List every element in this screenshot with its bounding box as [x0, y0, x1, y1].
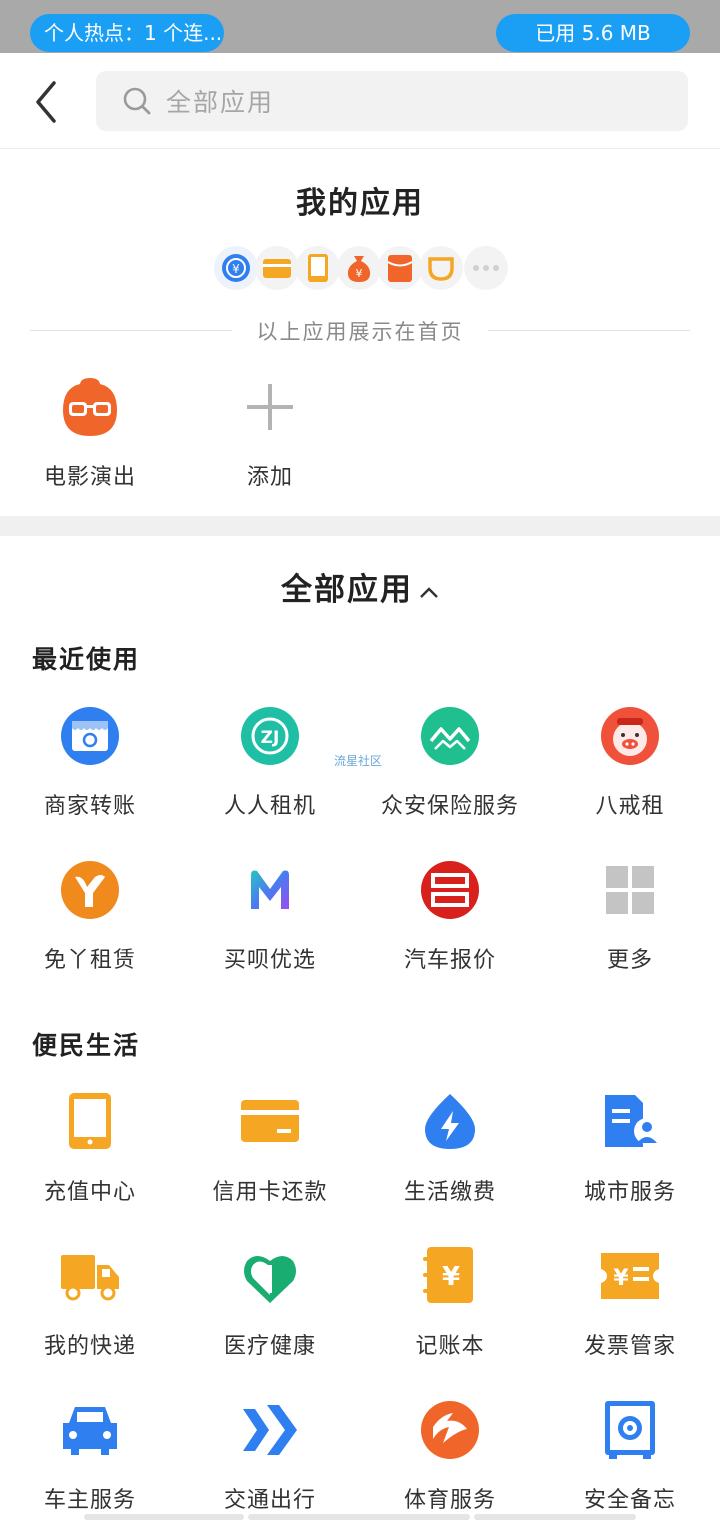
- recent-heading: 最近使用: [32, 645, 141, 674]
- invoice-icon: ¥: [601, 1253, 659, 1299]
- cup-icon[interactable]: [419, 246, 463, 290]
- medical-heart-icon: [244, 1256, 296, 1303]
- data-usage-pill[interactable]: 已用 5.6 MB: [496, 14, 690, 52]
- app-label: 商家转账: [43, 794, 136, 819]
- car-icon: [63, 1407, 117, 1455]
- card-icon[interactable]: [255, 246, 299, 290]
- chevron-left-icon: [36, 81, 56, 123]
- grid-more-icon: [606, 866, 654, 914]
- svg-text:¥: ¥: [613, 1266, 629, 1291]
- all-apps-title: 全部应用: [281, 572, 413, 608]
- life-heading: 便民生活: [32, 1031, 141, 1060]
- svg-text:¥: ¥: [356, 267, 363, 280]
- app-label: 城市服务: [583, 1180, 676, 1205]
- tablet-icon: [69, 1093, 111, 1149]
- double-arrow-icon: [243, 1405, 297, 1455]
- divider-caption: 以上应用展示在首页: [256, 320, 464, 344]
- app-label: 电影演出: [43, 465, 136, 490]
- lightning-drop-icon: [425, 1094, 475, 1149]
- my-apps-title: 我的应用: [296, 186, 424, 221]
- scroll-indicator: [248, 1514, 470, 1520]
- status-bar: 个人热点：1 个连... 已用 5.6 MB: [0, 0, 720, 53]
- sports-icon: [421, 1401, 479, 1459]
- city-doc-icon: [605, 1095, 660, 1147]
- truck-icon: [61, 1255, 119, 1301]
- all-apps-toggle[interactable]: 全部应用: [0, 564, 720, 609]
- plus-icon: [247, 384, 293, 430]
- notebook-yuan-icon: ¥: [423, 1247, 473, 1303]
- back-button[interactable]: [26, 75, 70, 129]
- m-logo-icon: [251, 870, 289, 909]
- app-label: 众安保险服务: [380, 794, 519, 819]
- app-label: 生活缴费: [403, 1180, 496, 1205]
- search-placeholder: 全部应用: [166, 88, 275, 117]
- header: 全部应用: [0, 53, 720, 149]
- app-label: 体育服务: [403, 1488, 496, 1513]
- app-label: 充值中心: [43, 1180, 136, 1205]
- svg-text:¥: ¥: [442, 1262, 460, 1292]
- app-label: 买呗优选: [223, 948, 316, 973]
- app-label: 安全备忘: [583, 1488, 676, 1513]
- shop-transfer-icon: [61, 707, 119, 765]
- section-separator: [0, 516, 720, 536]
- red-envelope-icon[interactable]: [378, 246, 422, 290]
- home-divider: 以上应用展示在首页: [30, 316, 690, 346]
- chevron-up-icon: [420, 586, 438, 598]
- app-label: 人人租机: [223, 794, 316, 819]
- more-dots-icon[interactable]: [464, 246, 508, 290]
- app-label: 记账本: [415, 1334, 485, 1359]
- rrzj-icon: ZJ: [241, 707, 299, 765]
- svg-text:ZJ: ZJ: [261, 728, 280, 748]
- app-label: 车主服务: [43, 1488, 136, 1513]
- movie-glasses-icon: [63, 378, 117, 436]
- app-label: 我的快递: [43, 1334, 136, 1359]
- car-price-icon: [421, 861, 479, 919]
- app-label: 汽车报价: [403, 948, 496, 973]
- yuan-circle-icon[interactable]: ¥: [214, 246, 258, 290]
- app-label: 医疗健康: [223, 1334, 316, 1359]
- safe-icon: [605, 1401, 655, 1459]
- credit-card-icon: [241, 1100, 299, 1142]
- app-label: 更多: [606, 948, 653, 973]
- svg-text:¥: ¥: [232, 262, 240, 276]
- app-label: 信用卡还款: [212, 1180, 328, 1205]
- zhongan-icon: [421, 707, 479, 765]
- mianya-icon: [61, 861, 119, 919]
- scroll-indicator: [474, 1514, 636, 1520]
- app-label: 八戒租: [595, 794, 665, 819]
- phone-icon[interactable]: [296, 246, 340, 290]
- search-input[interactable]: 全部应用: [96, 71, 688, 131]
- watermark: 流星社区: [334, 754, 383, 768]
- app-label: 免丫租赁: [43, 948, 136, 973]
- app-label: 交通出行: [223, 1488, 316, 1513]
- money-bag-icon[interactable]: ¥: [337, 246, 381, 290]
- app-label: 添加: [246, 465, 293, 490]
- hotspot-pill[interactable]: 个人热点：1 个连...: [30, 14, 224, 52]
- scroll-indicator: [84, 1514, 244, 1520]
- app-label: 发票管家: [583, 1334, 676, 1359]
- pig-icon: [601, 707, 659, 765]
- search-icon: [123, 87, 151, 115]
